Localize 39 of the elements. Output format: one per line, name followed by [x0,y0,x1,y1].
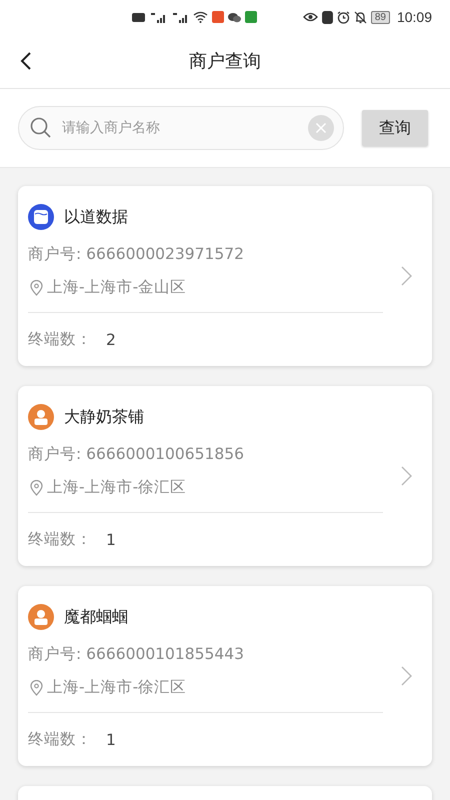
merchant-card[interactable]: 魔都蝈蝈 商户号: 6666000101855443 上海-上海市-徐汇区 终端数： 1 [18,586,432,766]
chevron-right-icon [401,266,412,286]
chat-icon [228,12,241,22]
alarm-icon [336,10,350,24]
merchant-name: 魔都蝈蝈 [64,606,128,628]
wifi-icon [193,11,208,23]
mute-bell-icon [354,10,367,24]
app-icon [212,11,224,23]
search-button[interactable]: 查询 [362,110,428,146]
clock-time: 10:09 [396,9,432,25]
terminal-count-label: 终端数： [28,729,92,750]
merchant-number: 商户号: 6666000101855443 [28,644,245,665]
merchant-name: 以道数据 [64,206,128,228]
merchant-location: 上海-上海市-徐汇区 [47,677,186,698]
merchant-card[interactable]: 以道数据 商户号: 6666000023971572 上海-上海市-金山区 终端数： 2 [18,186,432,366]
merchant-location: 上海-上海市-金山区 [47,277,186,298]
terminal-count-label: 终端数： [28,529,92,550]
location-pin-icon [30,280,43,296]
merchant-card[interactable]: 大静奶茶铺 商户号: 6666000100651856 上海-上海市-徐汇区 终端数： 1 [18,386,432,566]
signal-icon [149,12,167,22]
search-field[interactable]: 请输入商户名称 [18,106,344,150]
merchant-name: 大静奶茶铺 [64,406,144,428]
signal-icon [171,12,189,22]
location-pin-icon [30,480,43,496]
chevron-right-icon [401,466,412,486]
terminal-count: 1 [106,730,116,748]
eye-icon [302,12,318,22]
battery-icon: 89 [370,10,390,24]
merchant-number: 商户号: 6666000100651856 [28,444,245,465]
chevron-right-icon [401,666,412,686]
merchant-number: 商户号: 6666000023971572 [28,244,245,265]
app-icon [245,11,257,23]
page-title: 商户查询 [189,50,261,73]
terminal-count-label: 终端数： [28,329,92,350]
merchant-location: 上海-上海市-徐汇区 [47,477,186,498]
location-pin-icon [30,680,43,696]
terminal-count: 1 [106,530,116,548]
search-icon [30,117,52,139]
terminal-count: 2 [106,330,116,348]
